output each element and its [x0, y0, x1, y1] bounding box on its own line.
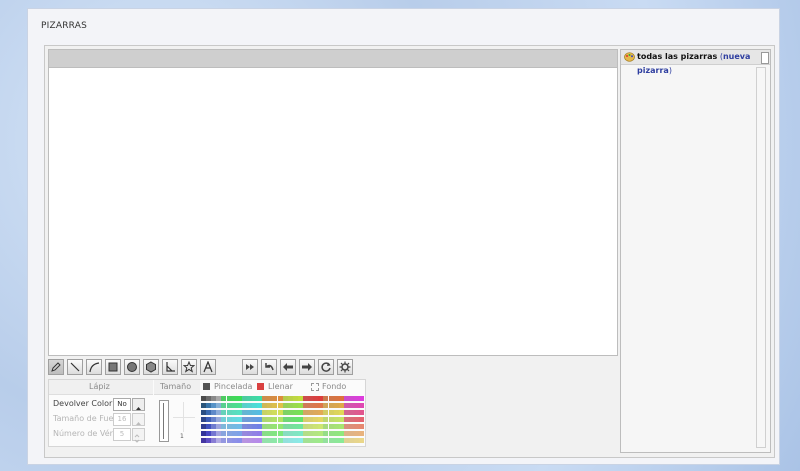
arrow-right-icon	[302, 363, 312, 371]
size-value: 1	[180, 433, 184, 440]
return-color-field[interactable]: No	[113, 398, 131, 411]
palette-icon	[624, 52, 635, 62]
background-swatch-icon[interactable]	[311, 383, 319, 391]
stroke-swatch-icon[interactable]	[203, 383, 210, 390]
size-slider-area: 1	[157, 398, 197, 444]
pencil-header-label: Lápiz	[89, 382, 110, 391]
main-panel: PIZARRAS Lápiz Tamaño Pincelada Llenar F…	[27, 8, 780, 465]
font-size-stepper[interactable]	[132, 413, 145, 426]
size-slider-track	[163, 403, 164, 439]
drawing-toolbar	[48, 359, 618, 377]
pencil-icon	[51, 362, 61, 372]
hexagon-icon	[146, 361, 156, 373]
return-color-toggle[interactable]	[132, 398, 145, 411]
gear-icon	[339, 361, 351, 373]
sidebar-scrollbar[interactable]	[756, 67, 766, 448]
forward-button[interactable]	[299, 359, 315, 375]
size-slider[interactable]	[159, 400, 169, 442]
polygon-tool[interactable]	[143, 359, 159, 375]
color-swatch[interactable]	[359, 438, 365, 443]
size-options-header: Tamaño	[154, 380, 200, 395]
page-title: PIZARRAS	[41, 21, 88, 31]
new-link-paren-close: )	[668, 66, 672, 75]
square-icon	[108, 362, 118, 372]
tool-options-panel: Lápiz Tamaño Pincelada Llenar Fondo Devo…	[48, 379, 366, 447]
rectangle-tool[interactable]	[105, 359, 121, 375]
vertex-count-label: Número de Vért	[53, 429, 117, 438]
refresh-button[interactable]	[318, 359, 334, 375]
curve-icon	[89, 362, 100, 373]
star-icon	[183, 361, 195, 373]
return-color-label: Devolver Color	[53, 399, 113, 408]
vertex-count-stepper[interactable]	[132, 428, 145, 443]
circle-icon	[127, 362, 137, 372]
fast-forward-icon	[246, 364, 254, 370]
sidebar-title-group: todas las pizarras (nueva pizarra)	[637, 50, 770, 78]
back-button[interactable]	[280, 359, 296, 375]
stroke-mode-label[interactable]: Pincelada	[214, 382, 252, 391]
canvas-header-bar	[49, 50, 617, 68]
drawing-canvas[interactable]	[49, 68, 617, 355]
undo-icon	[265, 363, 274, 371]
stepper-icon	[134, 434, 140, 443]
sidebar-header-scroll-nub[interactable]	[761, 52, 769, 64]
pencil-options-header: Lápiz	[49, 380, 153, 395]
star-tool[interactable]	[181, 359, 197, 375]
fast-forward-button[interactable]	[242, 359, 258, 375]
angle-tool[interactable]	[162, 359, 178, 375]
size-preview	[173, 402, 195, 432]
font-size-label: Tamaño de Fue	[53, 414, 114, 423]
color-swatch[interactable]	[359, 431, 365, 436]
color-mode-bar: Pincelada Llenar Fondo	[201, 380, 365, 394]
color-swatch[interactable]	[359, 417, 365, 422]
angle-icon	[166, 362, 175, 372]
ellipse-tool[interactable]	[124, 359, 140, 375]
undo-button[interactable]	[261, 359, 277, 375]
sidebar-header: todas las pizarras (nueva pizarra)	[621, 50, 770, 75]
color-swatch[interactable]	[359, 410, 365, 415]
refresh-icon	[321, 362, 331, 372]
color-swatch[interactable]	[359, 396, 365, 401]
all-whiteboards-link[interactable]: todas las pizarras	[637, 52, 717, 61]
color-swatch[interactable]	[359, 424, 365, 429]
text-a-icon	[203, 361, 213, 373]
background-mode-label[interactable]: Fondo	[322, 382, 346, 391]
settings-button[interactable]	[337, 359, 353, 375]
whiteboard-frame: Lápiz Tamaño Pincelada Llenar Fondo Devo…	[44, 45, 775, 458]
fill-swatch-icon[interactable]	[257, 383, 264, 390]
curve-tool[interactable]	[86, 359, 102, 375]
line-icon	[70, 362, 80, 372]
fill-mode-label[interactable]: Llenar	[268, 382, 293, 391]
vertex-count-field[interactable]: 5	[113, 428, 131, 441]
text-tool[interactable]	[200, 359, 216, 375]
whiteboard-canvas-container	[48, 49, 618, 356]
whiteboards-sidebar: todas las pizarras (nueva pizarra)	[620, 49, 771, 453]
pencil-tool[interactable]	[48, 359, 64, 375]
line-tool[interactable]	[67, 359, 83, 375]
arrow-left-icon	[283, 363, 293, 371]
font-size-field[interactable]: 16	[113, 413, 131, 426]
size-header-label: Tamaño	[160, 382, 192, 391]
color-swatch[interactable]	[359, 403, 365, 408]
